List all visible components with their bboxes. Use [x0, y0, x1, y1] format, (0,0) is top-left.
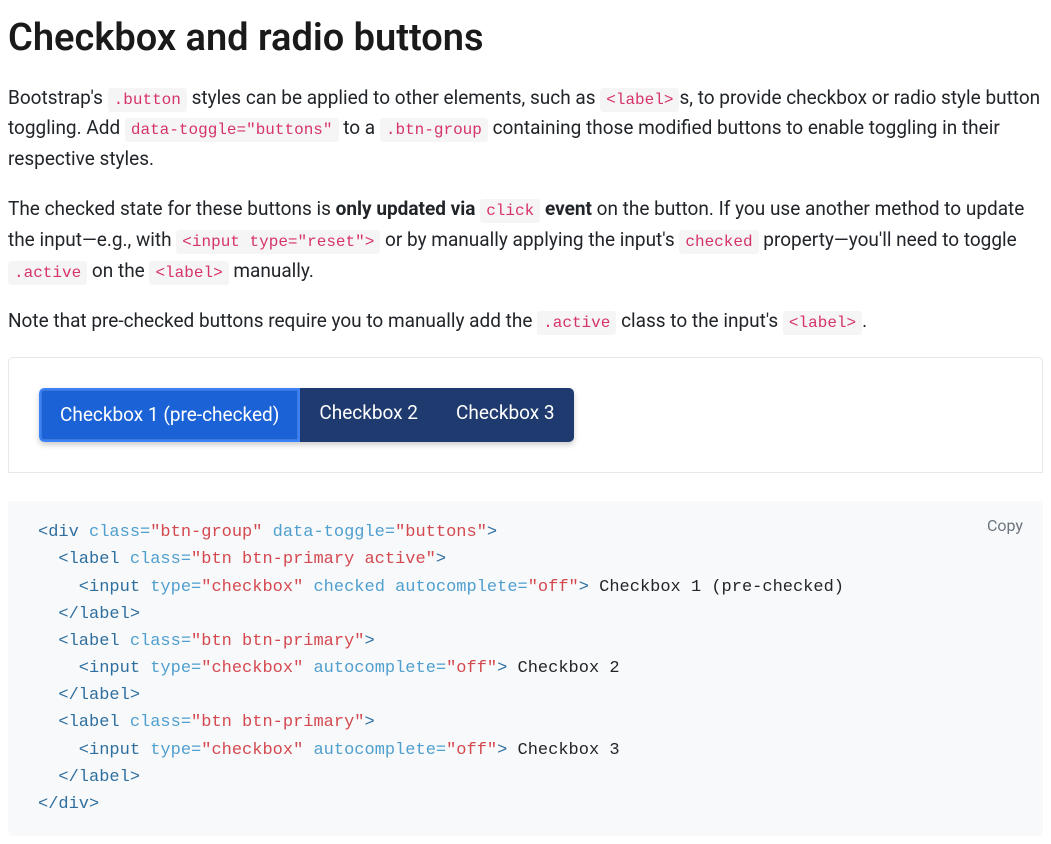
code-input-reset: <input type="reset">	[176, 230, 380, 254]
code-active: .active	[8, 261, 87, 285]
intro-paragraph-1: Bootstrap's .button styles can be applie…	[8, 83, 1043, 175]
intro-paragraph-2: The checked state for these buttons is o…	[8, 194, 1043, 286]
emphasis-only-updated: only updated via click event	[336, 197, 592, 220]
code-label-tag-3: <label>	[783, 311, 862, 335]
checkbox-toggle-3[interactable]: Checkbox 3	[437, 388, 574, 442]
code-data-toggle: data-toggle="buttons"	[125, 118, 339, 142]
code-label-tag: <label>	[600, 88, 679, 112]
checkbox-toggle-1[interactable]: Checkbox 1 (pre-checked)	[39, 388, 300, 442]
code-click: click	[480, 199, 540, 223]
code-btn-group: .btn-group	[380, 118, 488, 142]
code-example-panel: Copy <div class="btn-group" data-toggle=…	[8, 501, 1043, 836]
page-title: Checkbox and radio buttons	[8, 8, 1043, 69]
code-active-2: .active	[537, 311, 616, 335]
intro-paragraph-3: Note that pre-checked buttons require yo…	[8, 306, 1043, 337]
copy-button[interactable]: Copy	[987, 513, 1023, 539]
code-checked: checked	[679, 230, 758, 254]
checkbox-button-group: Checkbox 1 (pre-checked) Checkbox 2 Chec…	[39, 388, 574, 442]
code-block: <div class="btn-group" data-toggle="butt…	[38, 519, 1013, 818]
checkbox-toggle-2[interactable]: Checkbox 2	[300, 388, 437, 442]
code-button-class: .button	[108, 88, 187, 112]
example-panel: Checkbox 1 (pre-checked) Checkbox 2 Chec…	[8, 357, 1043, 473]
code-label-tag-2: <label>	[149, 261, 228, 285]
